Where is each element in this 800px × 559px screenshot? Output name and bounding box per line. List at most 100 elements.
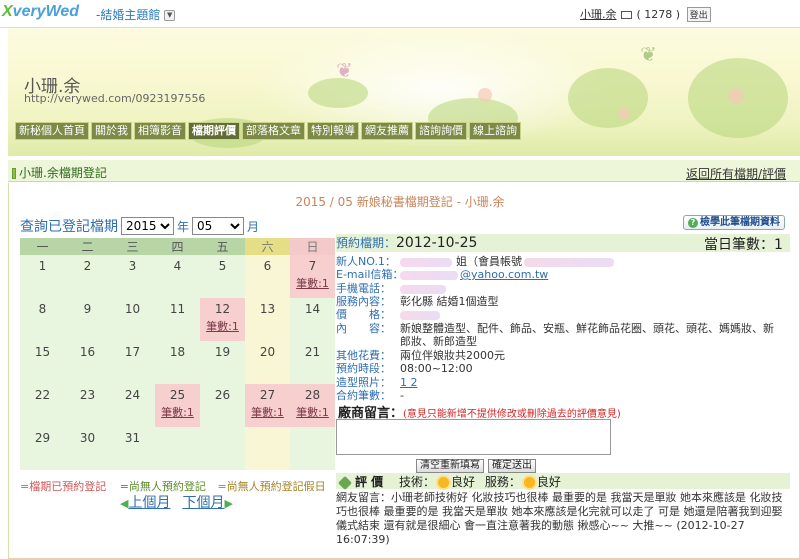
chevron-down-icon[interactable]: ▼ (164, 10, 176, 21)
calendar-day (290, 427, 335, 470)
calendar-day[interactable]: 21 (290, 341, 335, 384)
calendar-day[interactable]: 19 (200, 341, 245, 384)
calendar-day[interactable]: 17 (110, 341, 155, 384)
service-value: 良好 (536, 475, 561, 489)
section-marker-icon (12, 168, 16, 179)
calendar-day[interactable]: 14 (290, 298, 335, 341)
nav-report[interactable]: 特別報導 (307, 122, 359, 140)
calendar-day[interactable]: 5 (200, 255, 245, 298)
calendar-day[interactable]: 23 (65, 384, 110, 427)
redacted-price (400, 310, 440, 320)
query-label: 查詢已登記檔期 (20, 219, 118, 235)
calendar-day[interactable]: 9 (65, 298, 110, 341)
nav-recommend[interactable]: 網友推薦 (361, 122, 413, 140)
nav-album[interactable]: 相簿影音 (134, 122, 186, 140)
calendar-day[interactable]: 28 筆數:1 (290, 384, 335, 427)
view-all-button[interactable]: ? 檢學此筆檔期資料 (683, 215, 785, 230)
calendar-day[interactable]: 12 筆數:1 (200, 298, 245, 341)
vendor-reply-input[interactable] (336, 419, 611, 455)
calendar-day[interactable]: 16 (65, 341, 110, 384)
calendar-day[interactable]: 11 (155, 298, 200, 341)
prev-month-link[interactable]: ◀上個月 (120, 492, 170, 512)
calendar-day[interactable]: 31 (110, 427, 155, 470)
section-title: 小珊.余檔期登記 (12, 164, 107, 181)
calendar-day[interactable]: 22 (20, 384, 65, 427)
booking-count-link[interactable]: 筆數:1 (245, 404, 290, 420)
calendar-day[interactable]: 18 (155, 341, 200, 384)
calendar-day[interactable]: 26 (200, 384, 245, 427)
evaluation-title: 評 價 (355, 475, 384, 489)
leaf-decoration (568, 68, 648, 128)
day-number: 30 (79, 431, 96, 445)
flower-decoration (728, 88, 744, 104)
booking-count-link[interactable]: 筆數:1 (200, 318, 245, 334)
mail-count[interactable]: ( 1278 ) (637, 8, 681, 21)
nav-schedule[interactable]: 檔期評價 (188, 122, 240, 140)
day-number: 26 (214, 388, 231, 402)
calendar-day[interactable]: 4 (155, 255, 200, 298)
calendar-day[interactable]: 2 (65, 255, 110, 298)
calendar-week: 8 9 10 11 12 筆數:1 13 14 (20, 298, 335, 341)
booking-count-link[interactable]: 筆數:1 (290, 275, 335, 291)
calendar-day[interactable]: 6 (245, 255, 290, 298)
calendar-day[interactable]: 8 (20, 298, 65, 341)
calendar-day[interactable]: 7 筆數:1 (290, 255, 335, 298)
theme-menu[interactable]: -結婚主題館 ▼ (96, 6, 176, 23)
calendar-day[interactable]: 13 (245, 298, 290, 341)
leaf-decoration (308, 78, 368, 108)
booking-count-link[interactable]: 筆數:1 (290, 404, 335, 420)
booking-date: 預約檔期：2012-10-25 (336, 234, 477, 251)
month-select[interactable]: 05 (192, 217, 245, 235)
top-bar: XveryWed -結婚主題館 ▼ 小珊.余 ( 1278 ) 登出 (0, 0, 800, 28)
calendar-day[interactable]: 29 (20, 427, 65, 470)
calendar-day[interactable]: 15 (20, 341, 65, 384)
nav-about[interactable]: 關於我 (91, 122, 132, 140)
weekday-header: 三 (110, 238, 155, 255)
calendar-day[interactable]: 1 (20, 255, 65, 298)
day-count: 當日筆數：1 (704, 234, 783, 254)
email-link[interactable]: @yahoo.com.tw (460, 268, 548, 281)
butterfly-icon: ❦ (336, 58, 353, 82)
flower-decoration (478, 88, 492, 102)
calendar-day[interactable]: 10 (110, 298, 155, 341)
nav-blog[interactable]: 部落格文章 (242, 122, 305, 140)
calendar-day[interactable]: 27 筆數:1 (245, 384, 290, 427)
mail-icon[interactable] (621, 11, 632, 19)
calendar: 一二三四五六日 1 2 3 4 5 6 7 筆數:1 8 9 10 11 12 筆數:1 13 14 15 16 1… (20, 238, 335, 470)
day-number: 8 (38, 302, 47, 316)
nav-inquiry[interactable]: 諮詢詢價 (415, 122, 467, 140)
user-name-link[interactable]: 小珊.余 (580, 8, 617, 21)
year-unit: 年 (177, 219, 190, 234)
reply-buttons: 清空重新填寫 確定送出 (416, 459, 536, 473)
next-month-link[interactable]: 下個月▶ (182, 492, 232, 512)
calendar-day[interactable]: 24 (110, 384, 155, 427)
logo-text: veryWed (12, 3, 80, 20)
query-bar: 查詢已登記檔期 2015 年 05 月 (20, 216, 259, 236)
back-to-all-link[interactable]: 返回所有檔期/評價 (686, 165, 786, 182)
logout-button[interactable]: 登出 (686, 7, 711, 22)
user-comment: 網友留言：小珊老師技術好 化妝技巧也很棒 最重要的是 我當天是單妝 她本來應該是… (336, 491, 783, 546)
day-number: 2 (83, 259, 92, 273)
month-pager: ◀上個月 下個月▶ (120, 492, 233, 512)
year-select[interactable]: 2015 (121, 217, 174, 235)
booking-count-link[interactable]: 筆數:1 (155, 404, 200, 420)
day-number: 7 (308, 259, 317, 273)
reset-button[interactable]: 清空重新填寫 (416, 459, 484, 473)
calendar-day[interactable]: 25 筆數:1 (155, 384, 200, 427)
nav-home[interactable]: 新秘個人首頁 (15, 122, 89, 140)
arrow-right-icon: ▶ (224, 497, 233, 510)
calendar-day[interactable]: 3 (110, 255, 155, 298)
legend-booked: =檔期已預約登記 (20, 480, 107, 493)
verywed-logo[interactable]: XveryWed (2, 3, 79, 21)
day-number: 15 (34, 345, 51, 359)
legend-free-holiday: =尚無人預約登記假日 (217, 480, 326, 493)
day-count-label: 當日筆數： (704, 237, 774, 253)
calendar-day[interactable]: 30 (65, 427, 110, 470)
calendar-day[interactable]: 20 (245, 341, 290, 384)
submit-button[interactable]: 確定送出 (488, 459, 536, 473)
nav-online[interactable]: 線上諮詢 (469, 122, 521, 140)
day-number: 5 (218, 259, 227, 273)
flower-decoration (618, 108, 630, 120)
pencil-icon (337, 475, 353, 490)
day-number: 27 (259, 388, 276, 402)
